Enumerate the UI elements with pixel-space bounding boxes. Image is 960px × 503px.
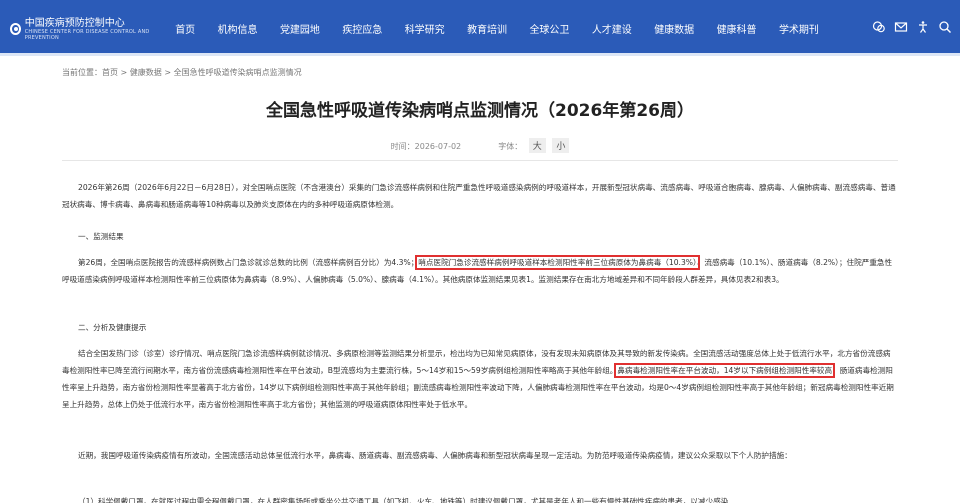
section-heading-analysis: 二、分析及健康提示 <box>78 323 147 332</box>
nav-item-journals[interactable]: 学术期刊 <box>779 21 819 36</box>
section-heading-results: 一、监测结果 <box>78 232 124 241</box>
font-small-button[interactable]: 小 <box>552 138 570 153</box>
nav-item-emergency[interactable]: 疾控应急 <box>342 21 382 36</box>
logo-text: 中国疾病预防控制中心 <box>24 17 125 29</box>
divider <box>62 160 898 161</box>
logo-subtitle: CHINESE CENTER FOR DISEASE CONTROL AND P… <box>24 28 150 41</box>
highlighted-text-rhinovirus: 哨点医院门急诊流感样病例呼吸道样本检测阳性率前三位病原体为鼻病毒（10.3%） <box>415 255 700 270</box>
main-nav: 首页 机构信息 党建园地 疾控应急 科学研究 教育培训 全球公卫 人才建设 健康… <box>164 0 830 56</box>
results-text-a: 第26周，全国哨点医院报告的流感样病例数占门急诊就诊总数的比例（流感样病例百分比… <box>78 258 419 267</box>
accessibility-icon[interactable] <box>916 20 930 34</box>
article-meta: 时间：2026-07-02 字体： 大 小 <box>0 138 960 153</box>
font-size-label: 字体： <box>498 142 523 151</box>
header-icons <box>872 20 952 34</box>
font-large-button[interactable]: 大 <box>528 138 546 153</box>
advice-item-1: （1）科学佩戴口罩。在就医过程中需全程佩戴口罩，在人群密集场所或乘坐公共交通工具… <box>78 497 729 503</box>
highlighted-text-platform: 鼻病毒检测阳性率在平台波动，14岁以下病例组检测阳性率较高 <box>614 363 836 378</box>
mail-icon[interactable] <box>894 20 908 34</box>
wechat-icon[interactable] <box>872 20 886 34</box>
breadcrumb[interactable]: 当前位置：首页 > 健康数据 > 全国急性呼吸道传染病哨点监测情况 <box>62 67 302 78</box>
nav-item-party[interactable]: 党建园地 <box>280 21 320 36</box>
site-header: 中国疾病预防控制中心 CHINESE CENTER FOR DISEASE CO… <box>0 0 960 56</box>
intro-paragraph: 2026年第26周（2026年6月22日－6月28日），对全国哨点医院（不含港澳… <box>62 183 896 209</box>
nav-item-education[interactable]: 教育培训 <box>467 21 507 36</box>
nav-item-talent[interactable]: 人才建设 <box>592 21 632 36</box>
nav-item-global-health[interactable]: 全球公卫 <box>529 21 569 36</box>
analysis-paragraph: 结合全国发热门诊（诊室）诊疗情况、哨点医院门急诊流感样病例就诊情况、多病原检测等… <box>62 345 898 413</box>
results-paragraph: 第26周，全国哨点医院报告的流感样病例数占门急诊就诊总数的比例（流感样病例百分比… <box>62 254 898 288</box>
search-icon[interactable] <box>938 20 952 34</box>
site-logo[interactable]: 中国疾病预防控制中心 CHINESE CENTER FOR DISEASE CO… <box>10 14 160 44</box>
nav-item-health-data[interactable]: 健康数据 <box>654 21 694 36</box>
publish-time: 时间：2026-07-02 <box>390 142 462 151</box>
nav-item-health-science[interactable]: 健康科普 <box>717 21 757 36</box>
logo-emblem-icon <box>10 23 21 35</box>
nav-item-institution[interactable]: 机构信息 <box>218 21 258 36</box>
nav-item-home[interactable]: 首页 <box>175 21 195 36</box>
nav-item-research[interactable]: 科学研究 <box>405 21 445 36</box>
page-title: 全国急性呼吸道传染病哨点监测情况（2026年第26周） <box>266 101 694 121</box>
advice-paragraph: 近期，我国呼吸道传染病疫情有所波动，全国流感活动总体呈低流行水平，鼻病毒、肠道病… <box>78 451 792 460</box>
